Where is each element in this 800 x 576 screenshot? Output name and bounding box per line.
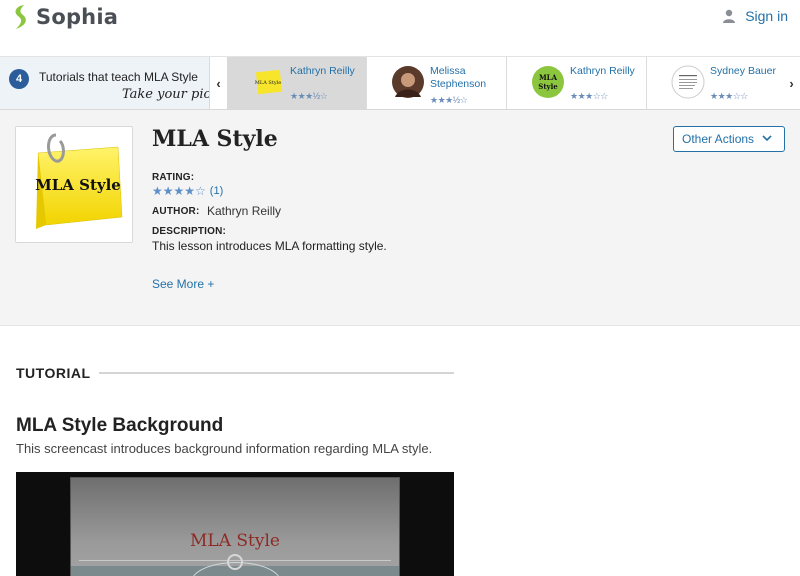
svg-text:MLA: MLA [539, 73, 558, 82]
card-rating: ★★★½☆ [290, 91, 328, 101]
tutorial-card[interactable]: Sydney Bauer ★★★☆☆ [647, 57, 787, 109]
thumb-text: MLA Style [255, 80, 281, 86]
star-icons: ★★★★☆ [152, 184, 206, 198]
chevron-down-icon [762, 135, 772, 142]
tutorials-strip: 4 Tutorials that teach MLA Style Take yo… [0, 57, 800, 110]
section-label: TUTORIAL [16, 365, 91, 381]
svg-text:Style: Style [538, 82, 558, 91]
sophia-logo[interactable]: Sophia [10, 4, 118, 30]
sign-in-link[interactable]: Sign in [722, 8, 788, 24]
description-label: DESCRIPTION: [152, 226, 227, 237]
tutorial-description: This screencast introduces background in… [16, 441, 433, 456]
card-author: Sydney Bauer [710, 65, 776, 77]
section-divider [98, 372, 454, 374]
author-name: Kathryn Reilly [207, 204, 282, 218]
chevron-left-icon[interactable]: ‹ [210, 57, 227, 109]
lesson-info-panel: MLA Style MLA Style RATING: ★★★★☆ (1) AU… [0, 110, 800, 326]
slide-title: MLA Style [190, 531, 280, 551]
tutorial-card[interactable]: MLA Style Kathryn Reilly ★★★½☆ [227, 57, 367, 109]
author-label: AUTHOR: [152, 206, 200, 217]
card-author: Kathryn Reilly [570, 65, 635, 77]
take-your-pick-text: Take your pick: [122, 87, 209, 102]
card-rating: ★★★☆☆ [710, 91, 748, 101]
tutorial-card[interactable]: MLA Style Kathryn Reilly ★★★☆☆ [507, 57, 647, 109]
sophia-logo-icon [15, 5, 26, 29]
rating-label: RATING: [152, 172, 195, 183]
tutorial-section-heading: TUTORIAL [16, 365, 454, 381]
video-player[interactable]: MLA Style [16, 472, 454, 576]
tutorial-count-badge: 4 [9, 69, 29, 89]
rating-stars[interactable]: ★★★★☆ (1) [152, 184, 223, 198]
user-icon [723, 9, 736, 23]
see-more-link[interactable]: See More + [152, 277, 214, 291]
tutorial-card[interactable]: Melissa Stephenson ★★★½☆ [367, 57, 507, 109]
card-rating: ★★★☆☆ [570, 91, 608, 101]
site-header: Sophia Sign in [0, 0, 800, 57]
sign-in-label: Sign in [745, 8, 788, 24]
rating-count[interactable]: (1) [210, 185, 223, 197]
strip-intro: 4 Tutorials that teach MLA Style Take yo… [0, 57, 210, 109]
sticky-note-image: MLA Style [35, 133, 123, 229]
lesson-thumb-text: MLA Style [35, 176, 121, 194]
mla-style-thumbnail: MLA Style [532, 66, 564, 98]
logo-text: Sophia [36, 5, 119, 29]
video-slide: MLA Style [70, 477, 400, 576]
lesson-thumbnail: MLA Style [15, 126, 133, 243]
card-rating: ★★★½☆ [430, 95, 468, 105]
page-title: MLA Style [152, 126, 278, 152]
lesson-description: This lesson introduces MLA formatting st… [152, 239, 387, 253]
sticky-note-thumbnail: MLA Style [255, 69, 283, 95]
other-actions-button[interactable]: Other Actions [673, 126, 785, 152]
play-circle-icon[interactable] [227, 554, 243, 570]
other-actions-label: Other Actions [682, 132, 755, 146]
card-author: Melissa Stephenson [430, 65, 487, 90]
card-author: Kathryn Reilly [290, 65, 355, 77]
chevron-right-icon[interactable]: › [783, 57, 800, 109]
strip-intro-text: Tutorials that teach MLA Style [39, 70, 198, 84]
tutorial-title: MLA Style Background [16, 415, 224, 436]
author-photo-thumbnail [392, 66, 424, 98]
document-thumbnail [671, 65, 705, 99]
